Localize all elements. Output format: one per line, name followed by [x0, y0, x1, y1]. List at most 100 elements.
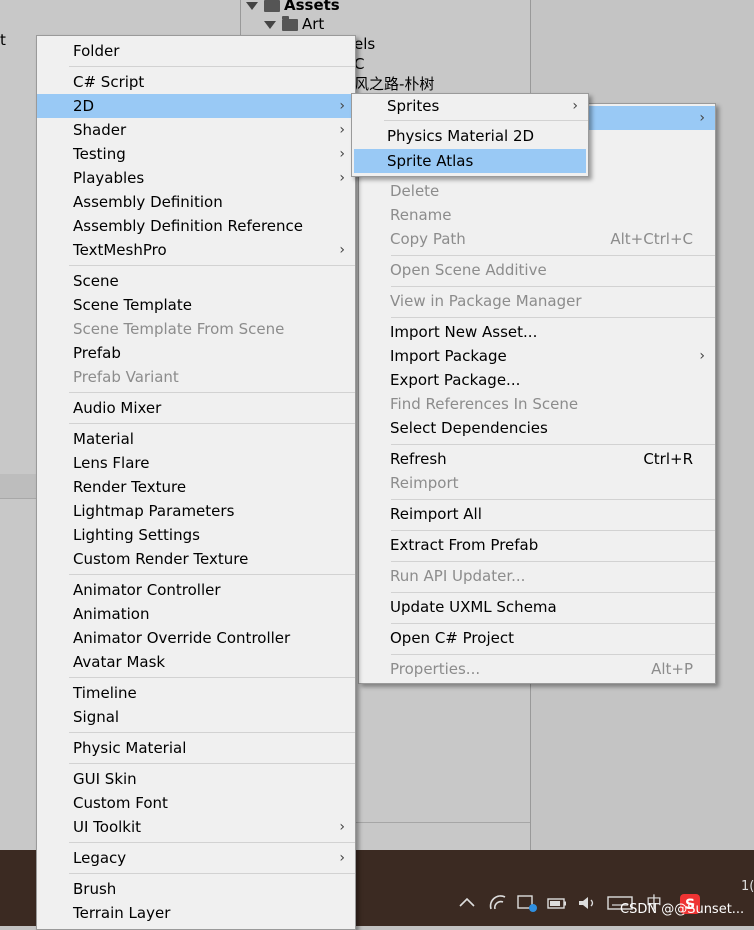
menu-item-textmeshpro[interactable]: TextMeshPro ›: [37, 238, 355, 262]
menu-item-scene-template-from-scene[interactable]: Scene Template From Scene: [37, 317, 355, 341]
menu-item-export-package[interactable]: Export Package...: [359, 368, 715, 392]
tray-chevron-icon[interactable]: [458, 892, 476, 914]
watermark: CSDN @@Sunset...: [620, 902, 745, 917]
menu-separator: [69, 842, 355, 843]
network-icon[interactable]: [488, 892, 508, 914]
expand-triangle-icon[interactable]: [246, 1, 258, 10]
menu-item-scene-template[interactable]: Scene Template: [37, 293, 355, 317]
menu-item-custom-font[interactable]: Custom Font: [37, 791, 355, 815]
menu-item-select-dependencies[interactable]: Select Dependencies: [359, 416, 715, 440]
menu-item-prefab-variant[interactable]: Prefab Variant: [37, 365, 355, 389]
submenu-2d: Sprites › Physics Material 2D Sprite Atla…: [351, 93, 589, 177]
asset-context-menu: › Delete Rename Copy Path Alt+Ctrl+C Open…: [358, 103, 716, 684]
menu-item-animator-override-controller[interactable]: Animator Override Controller: [37, 626, 355, 650]
menu-item-properties[interactable]: Properties... Alt+P: [359, 657, 715, 681]
menu-item-avatar-mask[interactable]: Avatar Mask: [37, 650, 355, 674]
menu-item-scene[interactable]: Scene: [37, 269, 355, 293]
menu-item-import-package[interactable]: Import Package ›: [359, 344, 715, 368]
menu-separator: [69, 732, 355, 733]
submenu-arrow-icon: ›: [339, 850, 345, 866]
submenu-arrow-icon: ›: [339, 819, 345, 835]
menu-item-brush[interactable]: Brush: [37, 877, 355, 901]
menu-separator: [391, 623, 715, 624]
submenu-arrow-icon: ›: [339, 170, 345, 186]
menu-separator: [69, 66, 355, 67]
menu-item-rename[interactable]: Rename: [359, 203, 715, 227]
app-tray-icon[interactable]: [516, 892, 538, 914]
menu-item-csharp-script[interactable]: C# Script: [37, 70, 355, 94]
menu-separator: [69, 265, 355, 266]
menu-separator: [391, 592, 715, 593]
menu-separator: [391, 561, 715, 562]
menu-separator: [391, 654, 715, 655]
menu-item-copy-path[interactable]: Copy Path Alt+Ctrl+C: [359, 227, 715, 251]
menu-item-animation[interactable]: Animation: [37, 602, 355, 626]
menu-item-audio-mixer[interactable]: Audio Mixer: [37, 396, 355, 420]
menu-item-testing[interactable]: Testing ›: [37, 142, 355, 166]
folder-icon: [282, 15, 298, 31]
menu-item-reimport-all[interactable]: Reimport All: [359, 502, 715, 526]
menu-separator: [391, 255, 715, 256]
expand-triangle-icon[interactable]: [264, 20, 276, 29]
shortcut-label: Ctrl+R: [643, 450, 693, 468]
menu-item-ui-toolkit[interactable]: UI Toolkit ›: [37, 815, 355, 839]
menu-item-open-csharp-project[interactable]: Open C# Project: [359, 626, 715, 650]
menu-item-signal[interactable]: Signal: [37, 705, 355, 729]
menu-item-assembly-definition-reference[interactable]: Assembly Definition Reference: [37, 214, 355, 238]
menu-separator: [391, 499, 715, 500]
menu-item-refresh[interactable]: Refresh Ctrl+R: [359, 447, 715, 471]
shortcut-label: Alt+P: [651, 660, 693, 678]
menu-item-view-package-manager[interactable]: View in Package Manager: [359, 289, 715, 313]
menu-item-folder[interactable]: Folder: [37, 39, 355, 63]
menu-item-lighting-settings[interactable]: Lighting Settings: [37, 523, 355, 547]
menu-item-find-references[interactable]: Find References In Scene: [359, 392, 715, 416]
menu-item-run-api-updater[interactable]: Run API Updater...: [359, 564, 715, 588]
tree-item-partial[interactable]: els: [354, 34, 375, 54]
menu-item-physics-material-2d[interactable]: Physics Material 2D: [352, 124, 588, 148]
menu-item-legacy[interactable]: Legacy ›: [37, 846, 355, 870]
tree-item-partial[interactable]: 风之路-朴树: [354, 74, 434, 94]
menu-item-2d[interactable]: 2D ›: [37, 94, 355, 118]
menu-separator: [391, 286, 715, 287]
menu-item-gui-skin[interactable]: GUI Skin: [37, 767, 355, 791]
menu-separator: [391, 317, 715, 318]
menu-item-import-new-asset[interactable]: Import New Asset...: [359, 320, 715, 344]
submenu-arrow-icon: ›: [572, 98, 578, 114]
menu-item-custom-render-texture[interactable]: Custom Render Texture: [37, 547, 355, 571]
assets-folder-row[interactable]: Assets: [246, 0, 340, 15]
menu-separator: [391, 530, 715, 531]
menu-separator: [69, 873, 355, 874]
menu-item-terrain-layer[interactable]: Terrain Layer: [37, 901, 355, 925]
volume-icon[interactable]: [576, 892, 598, 914]
menu-item-physic-material[interactable]: Physic Material: [37, 736, 355, 760]
menu-item-reimport[interactable]: Reimport: [359, 471, 715, 495]
menu-separator: [69, 392, 355, 393]
menu-separator: [69, 677, 355, 678]
menu-item-delete[interactable]: Delete: [359, 179, 715, 203]
folder-icon: [264, 0, 280, 12]
submenu-arrow-icon: ›: [339, 242, 345, 258]
menu-item-assembly-definition[interactable]: Assembly Definition: [37, 190, 355, 214]
menu-item-prefab[interactable]: Prefab: [37, 341, 355, 365]
menu-separator: [384, 120, 588, 121]
art-folder-row[interactable]: Art: [264, 14, 324, 34]
menu-separator: [69, 574, 355, 575]
menu-item-material[interactable]: Material: [37, 427, 355, 451]
menu-item-render-texture[interactable]: Render Texture: [37, 475, 355, 499]
art-folder-label: Art: [302, 15, 325, 33]
menu-item-lightmap-parameters[interactable]: Lightmap Parameters: [37, 499, 355, 523]
menu-item-sprite-atlas[interactable]: Sprite Atlas: [354, 149, 586, 173]
menu-item-extract-from-prefab[interactable]: Extract From Prefab: [359, 533, 715, 557]
menu-item-animator-controller[interactable]: Animator Controller: [37, 578, 355, 602]
submenu-arrow-icon: ›: [699, 348, 705, 364]
battery-icon[interactable]: [546, 892, 568, 914]
menu-item-open-scene-additive[interactable]: Open Scene Additive: [359, 258, 715, 282]
menu-item-playables[interactable]: Playables ›: [37, 166, 355, 190]
menu-item-timeline[interactable]: Timeline: [37, 681, 355, 705]
menu-item-shader[interactable]: Shader ›: [37, 118, 355, 142]
assets-folder-label: Assets: [284, 0, 340, 14]
menu-item-sprites[interactable]: Sprites ›: [352, 94, 588, 118]
create-menu: Folder C# Script 2D › Shader › Testing › Pl…: [36, 35, 356, 930]
menu-item-lens-flare[interactable]: Lens Flare: [37, 451, 355, 475]
menu-item-update-uxml-schema[interactable]: Update UXML Schema: [359, 595, 715, 619]
